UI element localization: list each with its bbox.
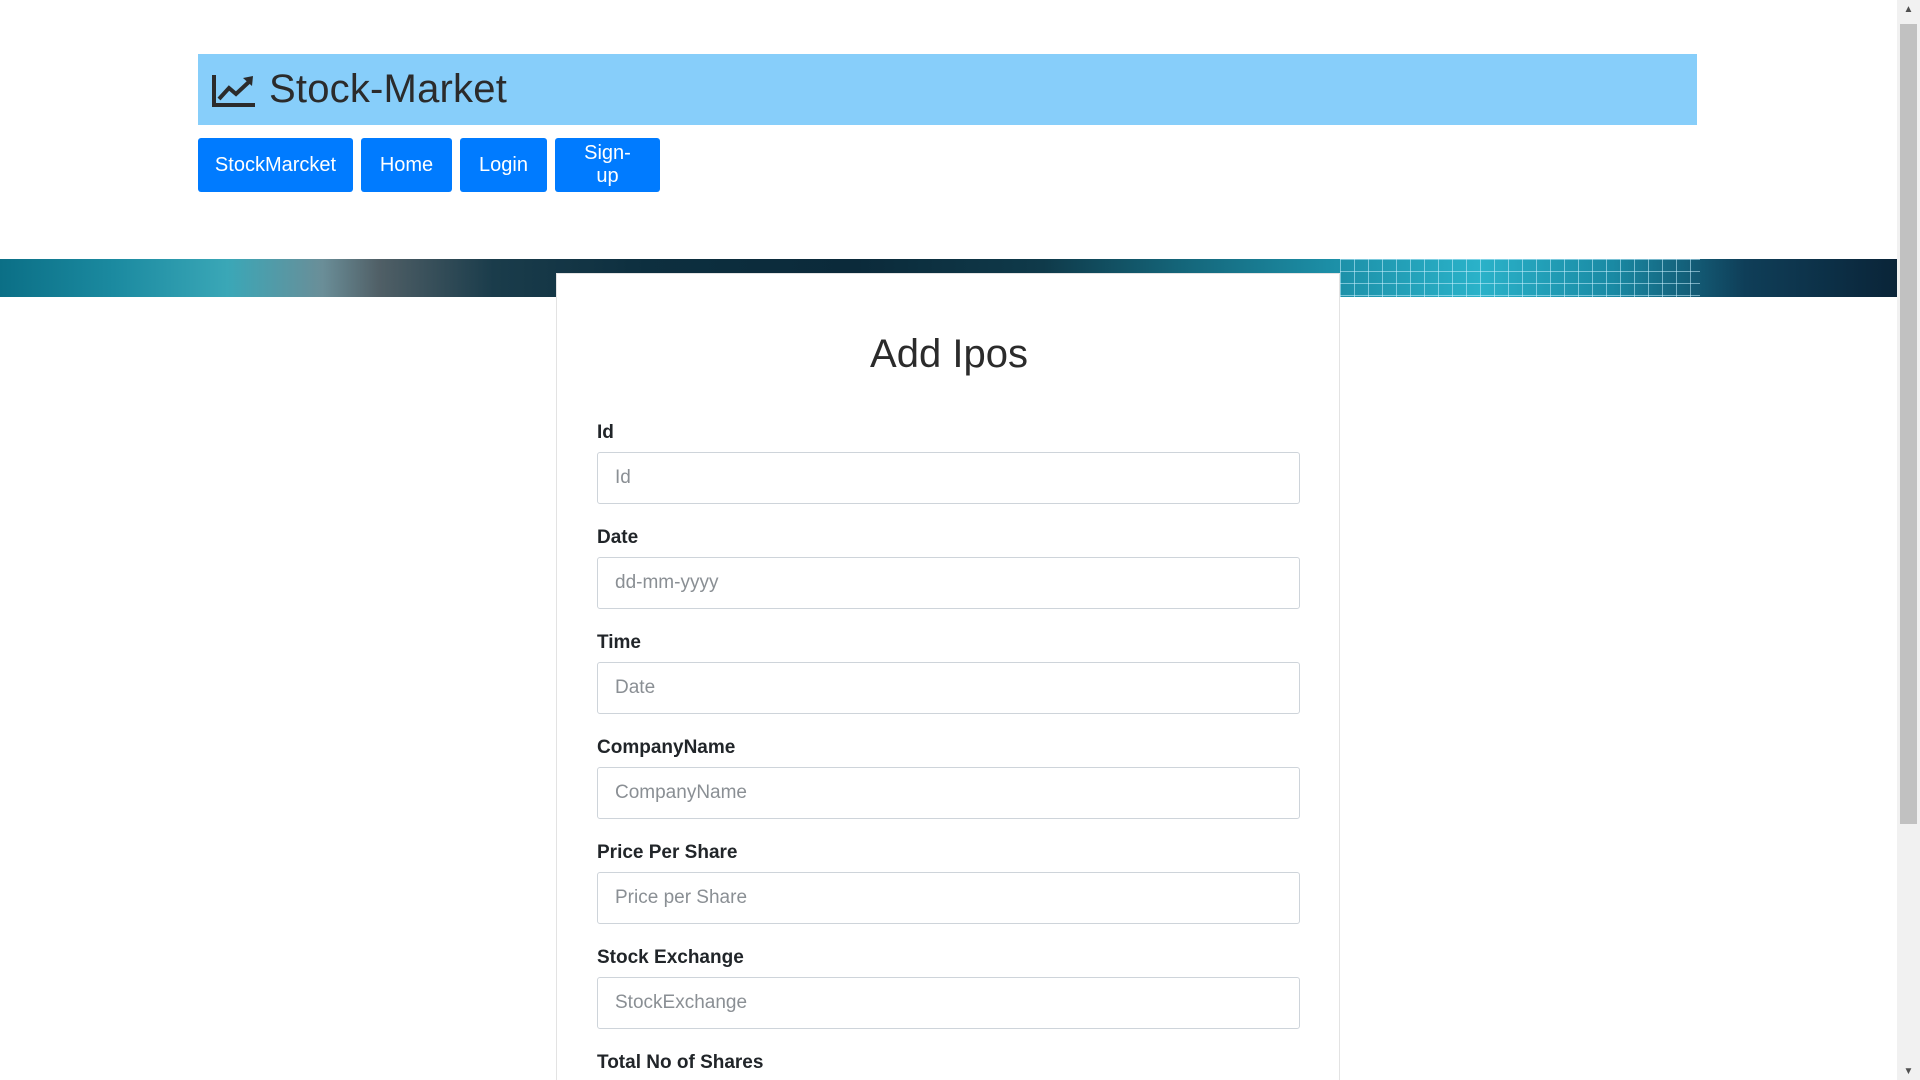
time-label: Time xyxy=(597,632,642,653)
scrollbar-thumb[interactable] xyxy=(1900,24,1917,824)
brand-title: Stock-Market xyxy=(269,67,508,111)
form-title: Add Ipos xyxy=(870,332,1028,376)
scroll-down-arrow-icon[interactable]: ▼ xyxy=(1897,1062,1920,1080)
nav-login-button[interactable]: Login xyxy=(460,138,547,192)
id-input[interactable] xyxy=(597,452,1300,504)
date-label: Date xyxy=(597,527,639,548)
hero-grid-decoration xyxy=(1340,259,1700,297)
company-name-label: CompanyName xyxy=(597,737,736,758)
page: Stock-Market StockMarcket Home Login Sig… xyxy=(0,0,1897,1080)
date-input[interactable] xyxy=(597,557,1300,609)
line-chart-icon xyxy=(211,72,257,108)
price-per-share-input[interactable] xyxy=(597,872,1300,924)
nav-bar: StockMarcket Home Login Sign-up xyxy=(198,138,660,192)
price-per-share-label: Price Per Share xyxy=(597,842,738,863)
add-ipos-form-card: Add Ipos Id Date Time CompanyName Price … xyxy=(556,273,1340,1080)
total-shares-label: Total No of Shares xyxy=(597,1052,764,1073)
nav-home-button[interactable]: Home xyxy=(361,138,452,192)
vertical-scrollbar[interactable]: ▲ ▼ xyxy=(1897,0,1920,1080)
stock-exchange-input[interactable] xyxy=(597,977,1300,1029)
nav-stockmarcket-button[interactable]: StockMarcket xyxy=(198,138,353,192)
brand-bar: Stock-Market xyxy=(198,54,1697,125)
scroll-up-arrow-icon[interactable]: ▲ xyxy=(1897,0,1920,18)
time-input[interactable] xyxy=(597,662,1300,714)
id-label: Id xyxy=(597,422,614,443)
stock-exchange-label: Stock Exchange xyxy=(597,947,744,968)
company-name-input[interactable] xyxy=(597,767,1300,819)
nav-signup-button[interactable]: Sign-up xyxy=(555,138,660,192)
